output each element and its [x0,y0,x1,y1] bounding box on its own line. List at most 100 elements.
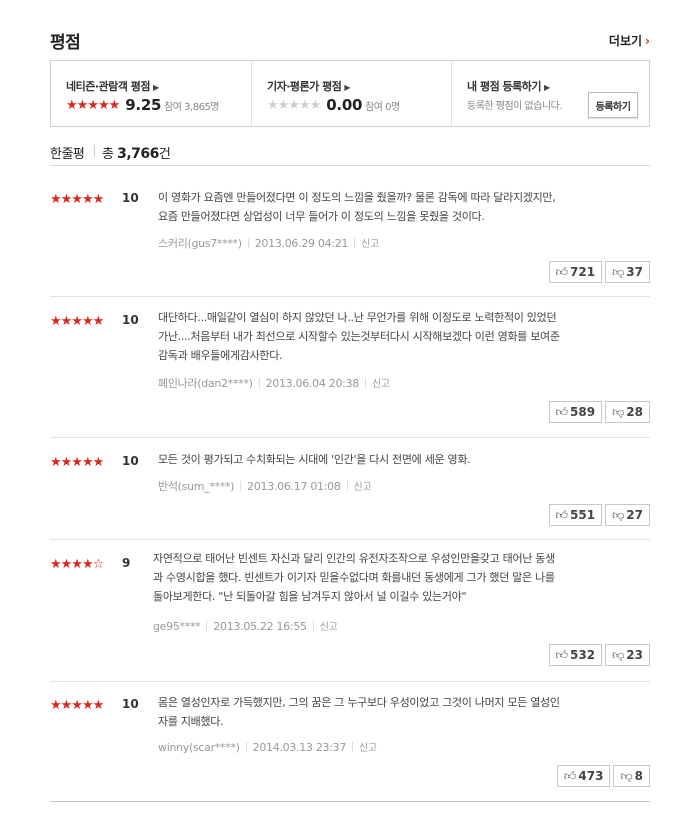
my-rating-status: 등록한 평점이 없습니다. [467,101,563,112]
divider [247,238,249,248]
divider [245,742,247,752]
star-rating: ★★★★★ [66,97,120,113]
review-date: 2013.06.17 01:08 [247,480,341,493]
like-count: 532 [570,648,596,662]
review-item: ★★★★☆ 9 자연적으로 태어난 빈센트 자신과 달리 인간의 유전자조작으로… [50,552,650,682]
thumbs-down-icon: 👎︎ [620,769,633,783]
like-button[interactable]: 👍︎ 473 [556,765,611,787]
audience-rating-values: ★★★★★ 9.25 참여 3,865명 [66,96,220,114]
vote-buttons: 👍︎ 473 👎︎ 8 [554,765,650,787]
divider [364,378,366,388]
critic-score: 0.00 [326,96,363,114]
triangle-right-icon: ▶ [152,83,159,92]
review-meta: 반석(sum_****) 2013.06.17 01:08 신고 [158,478,372,494]
review-line: 대단하다...매일같이 열심이 하지 않았던 나..난 무언가를 위해 이정도로… [158,311,557,324]
like-button[interactable]: 👍︎ 589 [548,401,603,423]
review-section-title: 한줄평 [50,147,85,162]
review-meta: 스커리(gus7****) 2013.06.29 04:21 신고 [158,235,379,251]
vote-buttons: 👍︎ 721 👎︎ 37 [546,261,650,283]
audience-score: 9.25 [125,96,162,114]
vote-buttons: 👍︎ 551 👎︎ 27 [546,504,650,526]
like-count: 721 [570,265,596,279]
review-text: 자연적으로 태어난 빈센트 자신과 달리 인간의 유전자조작으로 우성인만을갖고… [153,549,643,606]
report-link[interactable]: 신고 [359,743,377,754]
triangle-right-icon: ▶ [344,83,351,92]
page-title: 평점 [50,33,81,53]
review-meta: winny(scar****) 2014.03.13 23:37 신고 [158,739,377,754]
like-count: 473 [578,769,604,783]
like-button[interactable]: 👍︎ 532 [548,644,603,666]
dislike-count: 8 [634,769,643,783]
more-link[interactable]: 더보기 › [609,32,650,49]
critic-rating-label: 기자·평론가 평점 [267,80,342,93]
more-label: 더보기 [608,34,643,48]
divider [258,378,260,388]
audience-rating-link[interactable]: 네티즌·관람객 평점 ▶ [66,78,159,94]
review-user[interactable]: 스커리(gus7****) [158,237,242,250]
review-user[interactable]: ge95**** [153,620,201,633]
star-rating: ★★★★★ [50,192,104,207]
dislike-button[interactable]: 👎︎ 27 [605,504,650,526]
star-rating: ★★★★★ [267,97,321,113]
review-line: 이 영화가 요즘엔 만들어졌다면 이 정도의 느낌을 줬을까? 물론 감독에 따… [158,191,556,204]
review-item: ★★★★★ 10 몸은 열성인자로 가득했지만, 그의 꿈은 그 누구보다 우성… [50,696,650,802]
dislike-count: 27 [626,508,643,522]
dislike-button[interactable]: 👎︎ 8 [613,765,650,787]
like-button[interactable]: 👍︎ 721 [548,261,603,283]
like-button[interactable]: 👍︎ 551 [548,504,603,526]
audience-rating: 네티즌·관람객 평점 ▶ ★★★★★ 9.25 참여 3,865명 [51,61,251,126]
review-score: 10 [122,313,139,327]
star-rating: ★★★★★ [50,698,104,713]
dislike-button[interactable]: 👎︎ 37 [605,261,650,283]
dislike-count: 23 [626,648,643,662]
report-link[interactable]: 신고 [354,482,372,493]
review-line: 돌아보게한다. "난 되돌아갈 힘을 남겨두지 않아서 널 이길수 있는거야" [153,590,467,603]
like-count: 589 [570,405,596,419]
thumbs-up-icon: 👍︎ [555,508,569,522]
review-line: 과 수영시합을 했다. 빈센트가 이기자 믿을수없다며 화를내던 동생에게 그가… [153,571,555,584]
divider [312,621,314,631]
divider [346,481,348,491]
review-user[interactable]: 반석(sum_****) [158,480,234,493]
rating-header: 평점 더보기 › [50,28,650,53]
register-rating-button[interactable]: 등록하기 [588,92,638,118]
review-item: ★★★★★ 10 이 영화가 요즘엔 만들어졌다면 이 정도의 느낌을 줬을까?… [50,190,650,297]
review-date: 2013.06.29 04:21 [254,237,349,250]
critic-rating: 기자·평론가 평점 ▶ ★★★★★ 0.00 참여 0명 [251,61,451,126]
review-item: ★★★★★ 10 대단하다...매일같이 열심이 하지 않았던 나..난 무언가… [50,311,650,438]
review-item: ★★★★★ 10 모든 것이 평가되고 수치화되는 시대에 '인간'을 다시 전… [50,453,650,540]
star-rating: ★★★★★ [50,314,104,329]
review-user[interactable]: 폐인나라(dan2****) [158,377,253,390]
thumbs-up-icon: 👍︎ [555,405,569,419]
divider [240,481,242,491]
review-total-suffix: 건 [158,147,171,162]
dislike-button[interactable]: 👎︎ 23 [605,644,650,666]
thumbs-up-icon: 👍︎ [555,648,569,662]
dislike-count: 37 [626,265,643,279]
triangle-right-icon: ▶ [544,83,550,92]
review-user[interactable]: winny(scar****) [158,741,240,754]
report-link[interactable]: 신고 [361,239,379,250]
thumbs-down-icon: 👎︎ [612,265,625,279]
thumbs-down-icon: 👎︎ [612,648,625,662]
review-line: 자를 지배했다. [158,715,224,728]
review-meta: 폐인나라(dan2****) 2013.06.04 20:38 신고 [158,375,390,391]
review-text: 모든 것이 평가되고 수치화되는 시대에 '인간'을 다시 전면에 세운 영화. [158,450,643,469]
my-rating-link[interactable]: 내 평점 등록하기 ▶ [467,78,550,94]
my-rating: 내 평점 등록하기 ▶ 등록한 평점이 없습니다. 등록하기 [451,61,649,126]
thumbs-down-icon: 👎︎ [612,405,625,419]
review-line: 자연적으로 태어난 빈센트 자신과 달리 인간의 유전자조작으로 우성인만을갖고… [153,552,555,565]
report-link[interactable]: 신고 [320,622,338,633]
divider [94,145,95,157]
critic-rating-link[interactable]: 기자·평론가 평점 ▶ [267,78,350,94]
dislike-button[interactable]: 👎︎ 28 [605,401,650,423]
review-score: 10 [122,454,139,468]
review-line: 감독과 배우들에게감사한다. [158,349,283,362]
review-date: 2014.03.13 23:37 [252,741,347,754]
review-date: 2013.06.04 20:38 [265,377,360,390]
review-line: 몸은 열성인자로 가득했지만, 그의 꿈은 그 누구보다 우성이었고 그것이 나… [158,696,560,709]
dislike-count: 28 [626,405,643,419]
rating-summary: 네티즌·관람객 평점 ▶ ★★★★★ 9.25 참여 3,865명 기자·평론가 평점… [50,60,650,127]
report-link[interactable]: 신고 [372,379,390,390]
critic-participants: 참여 0명 [365,101,400,113]
